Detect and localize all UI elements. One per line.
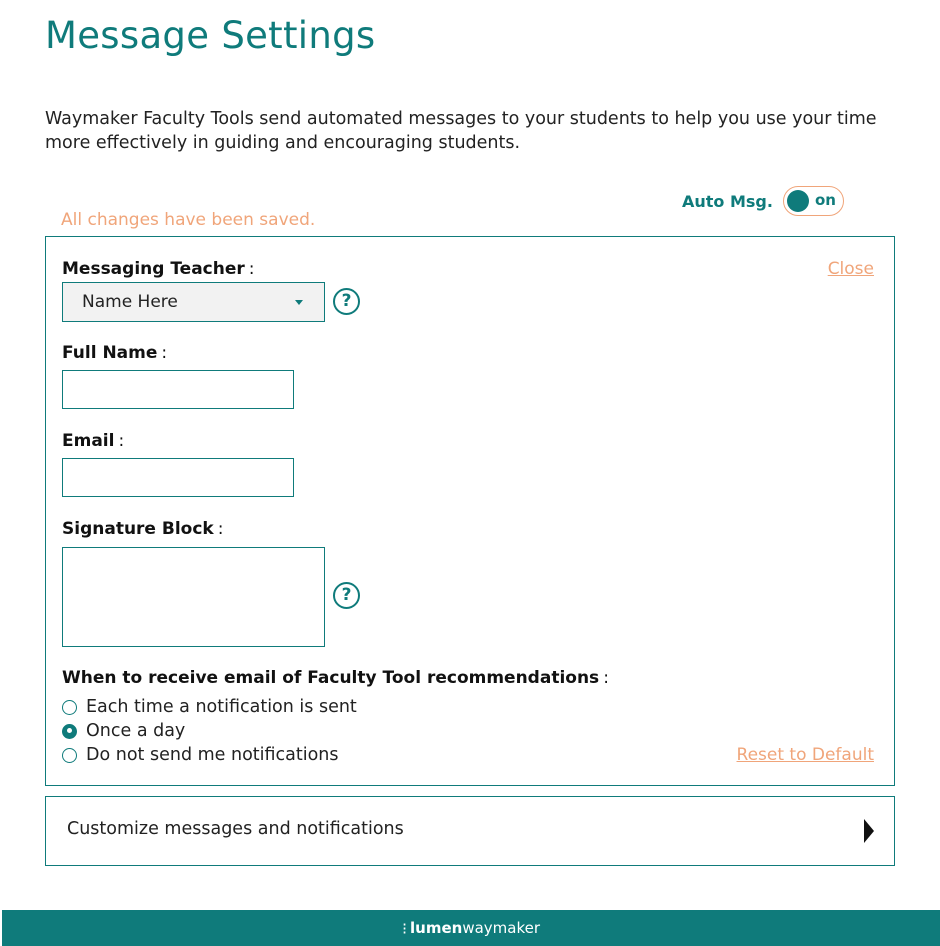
radio-option-each-time[interactable]: Each time a notification is sent <box>62 696 357 718</box>
selected-teacher: Name Here <box>82 292 178 312</box>
radio-button[interactable] <box>62 699 77 715</box>
auto-msg-toggle[interactable]: on <box>782 186 844 216</box>
toggle-knob <box>786 190 809 212</box>
messaging-teacher-label: Messaging Teacher: <box>62 259 255 279</box>
chevron-down-icon <box>295 300 303 305</box>
caret-right-icon <box>864 819 874 843</box>
messaging-teacher-select[interactable]: Name Here <box>62 282 325 322</box>
radio-label: Each time a notification is sent <box>86 697 357 717</box>
brand-waymaker: waymaker <box>462 919 541 937</box>
close-link[interactable]: Close <box>828 259 874 279</box>
signature-block-label: Signature Block: <box>62 519 224 539</box>
customize-label: Customize messages and notifications <box>67 819 404 839</box>
logo-mark-icon: ⁝ <box>401 918 408 938</box>
radio-button[interactable] <box>62 747 77 763</box>
signature-block-field[interactable] <box>62 547 325 647</box>
radio-button[interactable] <box>62 723 77 739</box>
email-field[interactable] <box>62 458 294 497</box>
brand-lumen: lumen <box>410 919 463 937</box>
question-circle-icon[interactable]: ? <box>333 582 360 609</box>
intro-text: Waymaker Faculty Tools send automated me… <box>45 109 877 153</box>
customize-messages-row[interactable]: Customize messages and notifications <box>45 796 895 866</box>
frequency-label: When to receive email of Faculty Tool re… <box>62 668 609 688</box>
radio-label: Once a day <box>86 721 186 741</box>
settings-panel: Messaging Teacher: Close Name Here ? Ful… <box>45 236 895 786</box>
footer: ⁝ lumen waymaker <box>2 910 940 946</box>
radio-option-once-a-day[interactable]: Once a day <box>62 720 185 742</box>
auto-msg-label: Auto Msg. <box>682 191 773 211</box>
full-name-label: Full Name: <box>62 343 168 363</box>
reset-to-default-link[interactable]: Reset to Default <box>737 745 874 765</box>
toggle-state-text: on <box>814 191 836 209</box>
save-status: All changes have been saved. <box>61 210 316 230</box>
auto-msg-control: Auto Msg. on <box>682 186 844 216</box>
question-circle-icon[interactable]: ? <box>333 288 360 315</box>
email-label: Email: <box>62 431 125 451</box>
radio-label: Do not send me notifications <box>86 745 339 765</box>
radio-option-do-not-send[interactable]: Do not send me notifications <box>62 744 339 766</box>
page-title: Message Settings <box>45 14 376 57</box>
lumen-logo-icon: ⁝ lumen waymaker <box>402 919 540 938</box>
full-name-field[interactable] <box>62 370 294 409</box>
